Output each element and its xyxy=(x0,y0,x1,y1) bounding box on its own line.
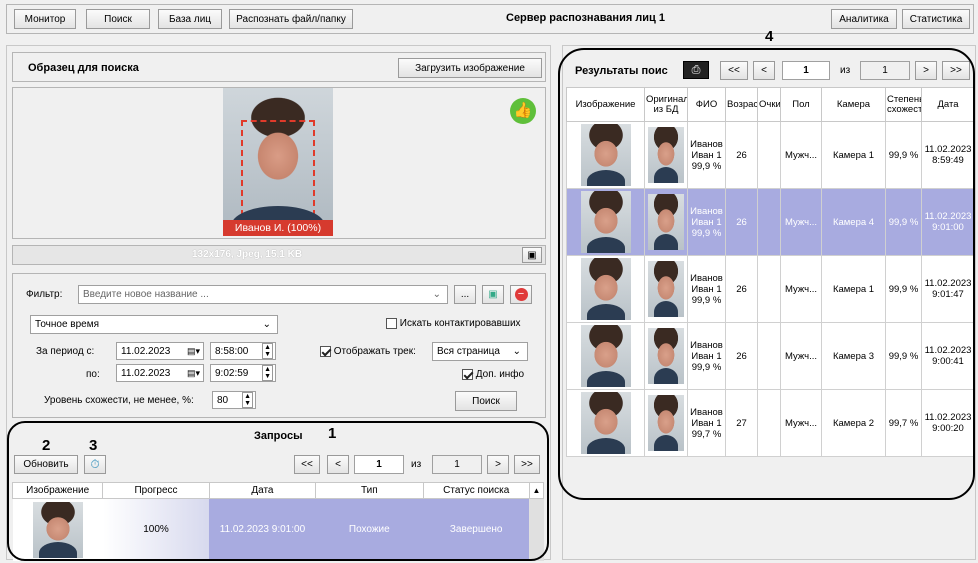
callout-frame-results xyxy=(558,48,975,500)
monitor-button[interactable]: Монитор xyxy=(14,9,76,29)
face-label: Иванов И. (100%) xyxy=(223,220,333,236)
spinner-icon[interactable]: ▲ ▼ xyxy=(242,392,253,408)
time-from-value: 8:58:00 xyxy=(215,345,249,357)
analytics-button[interactable]: Аналитика xyxy=(831,9,897,29)
chevron-down-icon: ⌄ xyxy=(262,319,271,330)
filter-browse-button[interactable]: ... xyxy=(454,285,476,304)
face-detection-frame xyxy=(241,120,315,216)
time-to-value: 9:02:59 xyxy=(215,367,249,379)
load-image-button[interactable]: Загрузить изображение xyxy=(398,58,542,78)
top-toolbar xyxy=(6,4,974,34)
filter-label: Фильтр: xyxy=(26,289,63,300)
window-title: Сервер распознавания лиц 1 xyxy=(506,12,665,24)
sample-face-image: Иванов И. (100%) xyxy=(223,88,333,236)
callout-number-1: 1 xyxy=(328,425,337,442)
checkbox-icon xyxy=(320,346,331,357)
similarity-label: Уровень схожести, не менее, %: xyxy=(44,395,194,406)
thumbs-up-icon: 👍 xyxy=(510,98,536,124)
track-select[interactable]: Вся страница ⌄ xyxy=(432,342,528,361)
statistics-button[interactable]: Статистика xyxy=(902,9,970,29)
spinner-icon[interactable]: ▲ ▼ xyxy=(262,365,273,381)
callout-number-4: 4 xyxy=(765,28,774,45)
show-track-checkbox[interactable]: Отображать трек: xyxy=(320,346,416,357)
date-to-value: 11.02.2023 xyxy=(121,367,171,379)
filter-delete-button[interactable]: − xyxy=(510,285,532,304)
filter-placeholder: Введите новое название ... xyxy=(83,289,209,300)
show-track-label: Отображать трек: xyxy=(333,346,416,358)
time-to-input[interactable]: 9:02:59 ▲ ▼ xyxy=(210,364,276,382)
extra-info-label: Доп. инфо xyxy=(475,369,525,381)
checkbox-icon xyxy=(386,318,397,329)
similarity-value: 80 xyxy=(217,394,229,406)
spinner-icon[interactable]: ▲ ▼ xyxy=(262,343,273,359)
date-to-input[interactable]: 11.02.2023 ▤▾ xyxy=(116,364,204,382)
callout-number-2: 2 xyxy=(42,437,51,454)
period-from-label: За период с: xyxy=(36,346,95,357)
time-mode-select[interactable]: Точное время ⌄ xyxy=(30,315,278,334)
date-from-input[interactable]: 11.02.2023 ▤▾ xyxy=(116,342,204,360)
recognize-file-button[interactable]: Распознать файл/папку xyxy=(229,9,353,29)
time-mode-value: Точное время xyxy=(35,319,100,330)
extra-info-checkbox[interactable]: Доп. инфо xyxy=(462,369,524,380)
filter-save-button[interactable]: ▣ xyxy=(482,285,504,304)
calendar-icon: ▤▾ xyxy=(186,345,200,356)
similarity-input[interactable]: 80 ▲ ▼ xyxy=(212,391,256,409)
remove-icon: − xyxy=(514,288,528,301)
search-contacted-checkbox[interactable]: Искать контактировавших xyxy=(386,318,521,329)
image-info: 132x176, Jpeg, 15,1 KB xyxy=(192,249,303,260)
chevron-down-icon: ⌄ xyxy=(512,346,521,357)
save-image-button[interactable]: ▣ xyxy=(522,247,542,263)
time-from-input[interactable]: 8:58:00 ▲ ▼ xyxy=(210,342,276,360)
search-button[interactable]: Поиск xyxy=(86,9,150,29)
search-contacted-label: Искать контактировавших xyxy=(399,318,521,330)
date-from-value: 11.02.2023 xyxy=(121,345,171,357)
calendar-icon: ▤▾ xyxy=(186,367,200,378)
search-submit-button[interactable]: Поиск xyxy=(455,391,517,411)
period-to-label: по: xyxy=(86,369,100,380)
filter-input[interactable]: Введите новое название ... ⌄ xyxy=(78,285,448,304)
facebase-button[interactable]: База лиц xyxy=(158,9,222,29)
chevron-down-icon: ⌄ xyxy=(432,289,441,300)
callout-number-3: 3 xyxy=(89,437,98,454)
sample-title: Образец для поиска xyxy=(28,62,139,74)
track-value: Вся страница xyxy=(437,346,500,357)
checkbox-icon xyxy=(462,369,473,380)
